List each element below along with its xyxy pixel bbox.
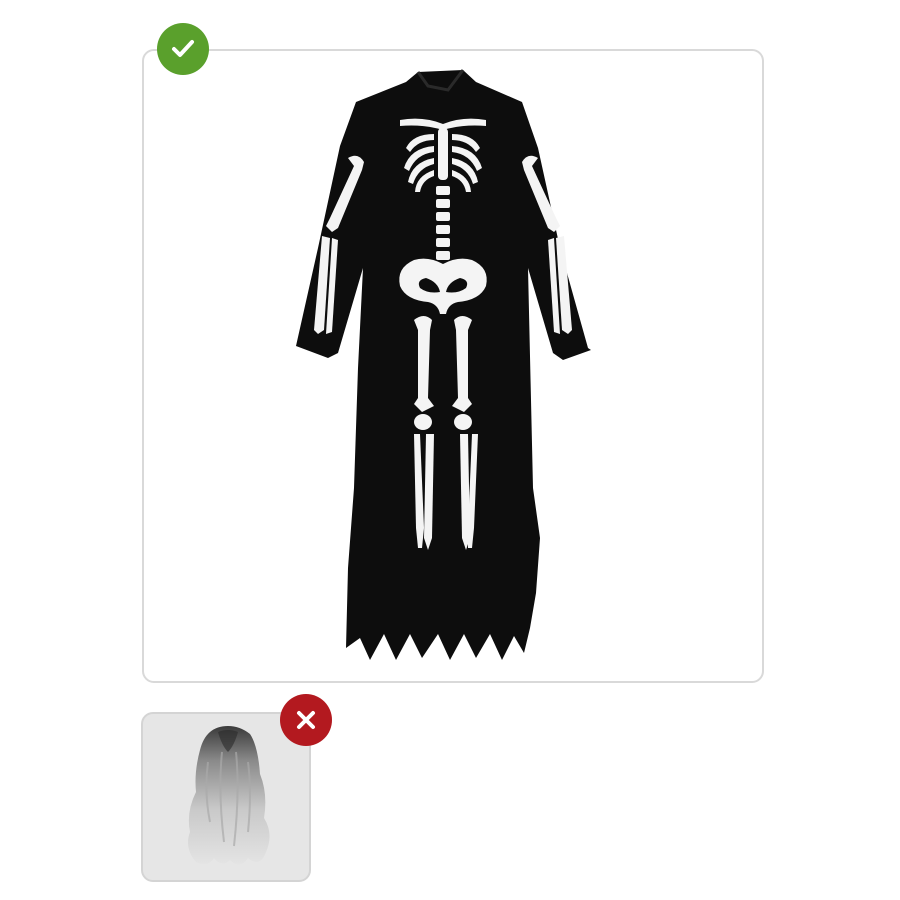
incorrect-badge <box>280 694 332 746</box>
correct-badge <box>157 23 209 75</box>
cross-icon <box>297 711 315 729</box>
skeleton-costume-image <box>296 69 591 660</box>
checkmark-icon <box>172 40 194 57</box>
gray-wig-image <box>188 726 270 865</box>
